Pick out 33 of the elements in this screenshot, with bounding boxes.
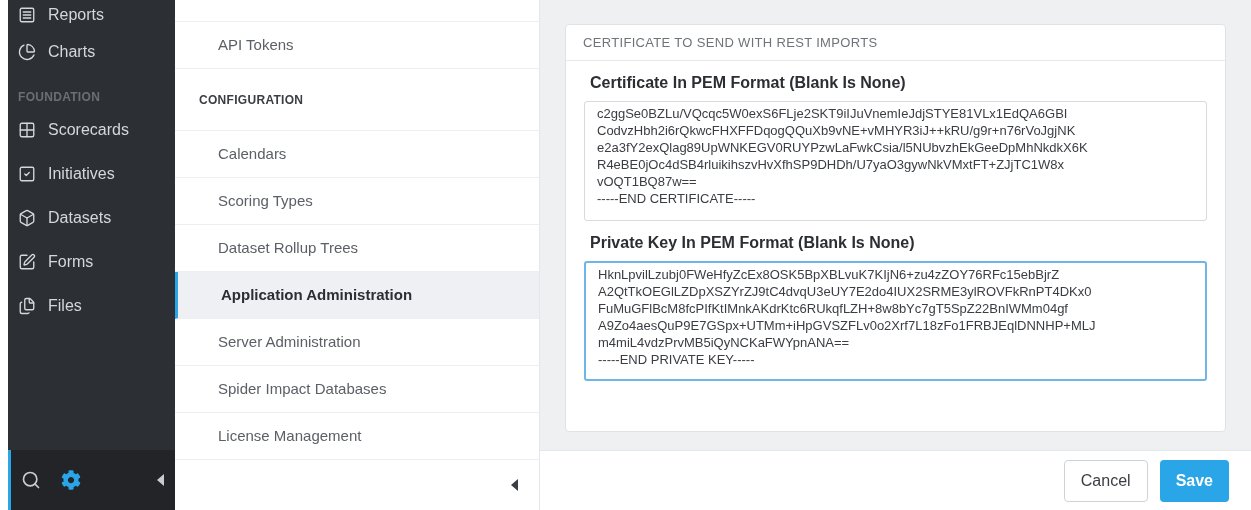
pem-text-field[interactable]: HknLpvilLzubj0FWeHfyZcEx8OSK5BpXBLvuK7KIjN6+zu4zZOY76RFc15ebBjrZ A2QtTkOEGlLZDpXSZYrZJ9tC4dvqU3eUY7E2do4IUX2SRME3ylROVFkRnPT4DKx0 FuMuGFlBcM8fcPIfKtIMnkAKdrKtc6RUkqfLZH+8w8bYc7gT5SpZ22BnIWMm04gf A9Zo4aesQuP9E7GSpx+UTMm+iHpGVSZFLv0o2Xrf7L18zFo1FRBJEqlDNNHP+MLJ m4miL4vdzPrvMB5iQyNCKaFWYpnANA== -----END PRIVATE KEY-----	[584, 261, 1207, 381]
card-title: CERTIFICATE TO SEND WITH REST IMPORTS	[583, 33, 878, 52]
search-icon[interactable]	[21, 470, 41, 490]
collapse-icon[interactable]	[157, 474, 165, 486]
nav-item[interactable]: Spider Impact Databases	[175, 366, 539, 413]
cube-icon	[18, 209, 36, 227]
files-icon	[18, 297, 36, 315]
section-heading: FOUNDATION	[17, 89, 102, 106]
settings-icon[interactable]	[61, 470, 81, 490]
field-label: Private Key In PEM Format (Blank Is None)	[589, 233, 916, 253]
pem-text-field[interactable]: c2ggSe0BZLu/VQcqc5W0exS6FLje2SKT9iIJuVnemIeJdjSTYE81VLx1EdQA6GBI CodvzHbh2i6rQkwcFHXFFDqogQQuXb9vNE+vMHYR3iJ++kRU/g9r+n76rVoJgjNK e2a3fY2exQlag89UpWNKEGV0RUYPzwLaFwkCsia/l5NUbvzhEkGeeDpMhNkdkX6K R4eBE0jOc4dSB4rluikihszvHvXfhSP9DHDh/U7yaO3gywNkVMxtFT+ZJjTC1W8x vOQT1BQ87w== -----END CERTIFICATE-----	[584, 101, 1207, 221]
nav-item[interactable]: Server Administration	[175, 319, 539, 366]
sidebar-item[interactable]: Forms	[8, 240, 175, 284]
nav-heading: CONFIGURATION	[199, 91, 304, 109]
sidebar-item[interactable]: Scorecards	[8, 108, 175, 152]
field-label: Certificate In PEM Format (Blank Is None)	[589, 73, 907, 93]
grid-icon	[18, 121, 36, 139]
nav-item[interactable]: Scoring Types	[175, 178, 539, 225]
nav-item[interactable]: API Tokens	[175, 22, 539, 69]
sidebar-item[interactable]: Reports	[8, 0, 175, 30]
edit-icon	[18, 253, 36, 271]
pie-chart-icon	[18, 43, 36, 61]
cancel-button[interactable]: Cancel	[1063, 459, 1148, 502]
nav-item[interactable]: Application Administration	[175, 272, 539, 319]
collapse-icon[interactable]	[511, 479, 519, 491]
sidebar-item[interactable]: Files	[8, 284, 175, 328]
sidebar-item[interactable]: Datasets	[8, 196, 175, 240]
nav-item[interactable]: Calendars	[175, 131, 539, 178]
list-icon	[18, 6, 36, 24]
checkbox-icon	[18, 165, 36, 183]
sidebar-item[interactable]: Initiatives	[8, 152, 175, 196]
nav-item[interactable]: License Management	[175, 413, 539, 460]
sidebar-item[interactable]: Charts	[8, 30, 175, 74]
